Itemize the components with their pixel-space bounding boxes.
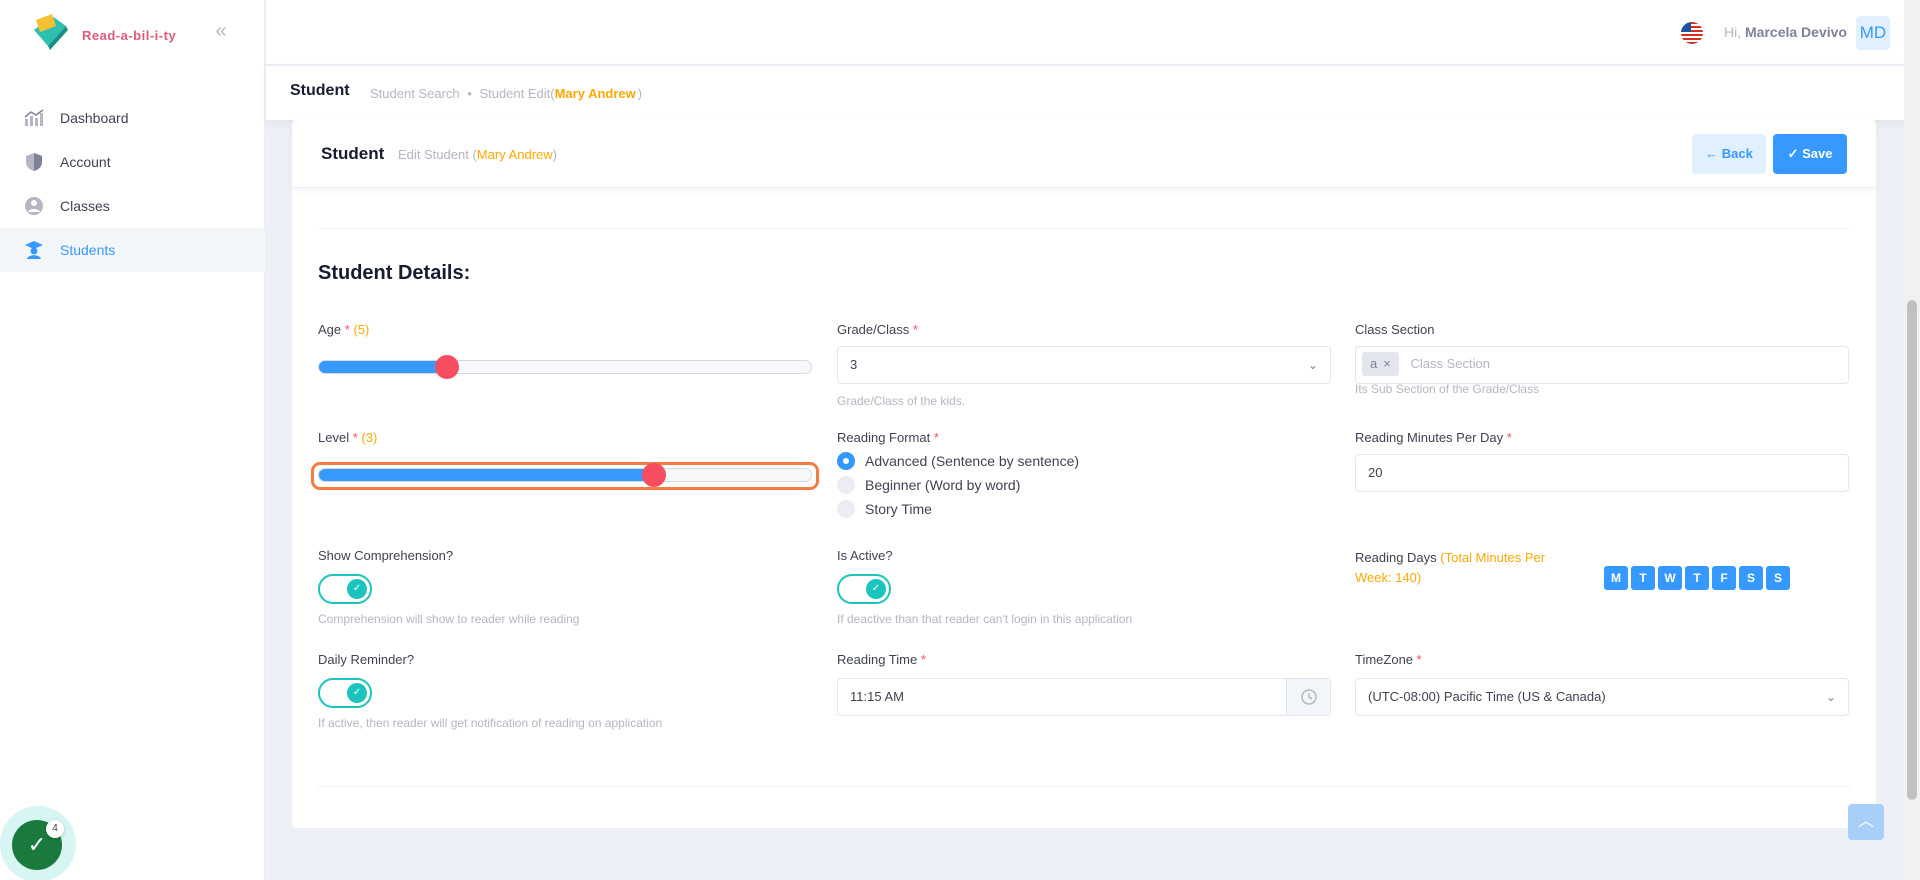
grade-hint: Grade/Class of the kids. [837, 394, 966, 408]
card-subtitle: Edit Student (Mary Andrew) [398, 147, 557, 162]
reading-days-selector: M T W T F S S [1604, 566, 1793, 590]
show-comprehension-label: Show Comprehension? [318, 548, 454, 563]
age-slider-thumb[interactable] [434, 355, 459, 379]
divider [318, 228, 1850, 229]
sidebar-item-label: Classes [60, 198, 110, 214]
level-slider-thumb[interactable] [641, 463, 666, 487]
is-active-toggle[interactable]: ✓ [837, 574, 891, 604]
breadcrumb-student-edit[interactable]: Student Edit(Mary Andrew) [479, 86, 642, 101]
chart-line-icon [24, 108, 44, 128]
show-comprehension-toggle[interactable]: ✓ [318, 574, 372, 604]
subheader: Student Student Search • Student Edit(Ma… [266, 66, 1920, 120]
page-title: Student [290, 82, 350, 99]
reading-format-option-advanced[interactable]: Advanced (Sentence by sentence) [837, 452, 1079, 470]
reading-format-option-beginner[interactable]: Beginner (Word by word) [837, 476, 1020, 494]
task-widget[interactable]: ✓ 4 [0, 806, 76, 880]
level-label: Level * (3) [318, 430, 378, 445]
chevron-down-icon: ⌄ [1825, 690, 1836, 704]
breadcrumb: Student Search • Student Edit(Mary Andre… [370, 86, 642, 101]
page-scrollbar[interactable] [1904, 0, 1920, 880]
task-count-badge: 4 [46, 820, 64, 838]
day-sunday[interactable]: S [1766, 566, 1790, 590]
daily-reminder-hint: If active, then reader will get notifica… [318, 716, 663, 730]
level-slider[interactable] [318, 463, 812, 487]
breadcrumb-separator: • [467, 86, 472, 101]
reading-minutes-input[interactable]: 20 [1355, 454, 1849, 492]
show-comprehension-hint: Comprehension will show to reader while … [318, 612, 580, 626]
shield-icon [24, 152, 44, 172]
collapse-sidebar-icon[interactable]: « [210, 20, 232, 42]
daily-reminder-toggle[interactable]: ✓ [318, 678, 372, 708]
class-section-label: Class Section [1355, 322, 1435, 337]
us-flag-icon[interactable] [1681, 22, 1703, 44]
chevron-up-icon: ︿ [1857, 813, 1874, 830]
check-icon: ✓ [347, 683, 367, 703]
divider [318, 786, 1850, 787]
user-name: Marcela Devivo [1745, 24, 1847, 40]
sidebar-nav: Dashboard Account Classes Students [0, 96, 265, 272]
breadcrumb-student-search[interactable]: Student Search [370, 86, 460, 101]
book-logo-icon [34, 14, 68, 50]
day-friday[interactable]: F [1712, 566, 1736, 590]
reading-format-label: Reading Format * [837, 430, 939, 445]
timezone-label: TimeZone * [1355, 652, 1422, 667]
back-button[interactable]: ← Back [1692, 134, 1766, 174]
grade-select[interactable]: 3 ⌄ [837, 346, 1331, 384]
radio-unchecked-icon[interactable] [837, 476, 855, 494]
reading-minutes-label: Reading Minutes Per Day * [1355, 430, 1512, 445]
close-icon[interactable]: × [1383, 356, 1391, 371]
sidebar-item-label: Dashboard [60, 110, 129, 126]
radio-checked-icon[interactable] [837, 452, 855, 470]
day-wednesday[interactable]: W [1658, 566, 1682, 590]
group-icon [24, 196, 44, 216]
class-section-input[interactable]: a × Class Section [1355, 346, 1849, 384]
scroll-top-button[interactable]: ︿ [1848, 804, 1884, 840]
day-tuesday[interactable]: T [1631, 566, 1655, 590]
scrollbar-thumb[interactable] [1907, 300, 1917, 800]
timezone-select[interactable]: (UTC-08:00) Pacific Time (US & Canada) ⌄ [1355, 678, 1849, 716]
day-monday[interactable]: M [1604, 566, 1628, 590]
clock-icon[interactable] [1286, 679, 1330, 715]
sidebar-item-account[interactable]: Account [0, 140, 265, 184]
grade-label: Grade/Class * [837, 322, 918, 337]
check-icon: ✓ [347, 579, 367, 599]
day-thursday[interactable]: T [1685, 566, 1709, 590]
chevron-down-icon: ⌄ [1307, 358, 1318, 372]
reading-time-input[interactable]: 11:15 AM [837, 678, 1331, 716]
reading-time-label: Reading Time * [837, 652, 926, 667]
sidebar-item-classes[interactable]: Classes [0, 184, 265, 228]
age-slider[interactable] [318, 355, 812, 379]
level-slider-fill [319, 469, 654, 481]
daily-reminder-label: Daily Reminder? [318, 652, 415, 667]
brand-name: Read-a-bil-i-ty [82, 28, 177, 43]
card-title: Student [321, 144, 385, 163]
sidebar: Read-a-bil-i-ty « Dashboard Account Clas… [0, 0, 265, 880]
radio-unchecked-icon[interactable] [837, 500, 855, 518]
age-label: Age * (5) [318, 322, 370, 337]
sidebar-item-label: Students [60, 242, 116, 258]
is-active-label: Is Active? [837, 548, 893, 563]
sidebar-item-label: Account [60, 154, 111, 170]
save-button[interactable]: ✓ Save [1773, 134, 1847, 174]
class-section-tag[interactable]: a × [1362, 352, 1399, 376]
section-title: Student Details: [318, 262, 471, 284]
day-saturday[interactable]: S [1739, 566, 1763, 590]
graduate-icon [24, 240, 44, 260]
card-header: Student Edit Student (Mary Andrew) ← Bac… [292, 120, 1876, 188]
top-header: Hi, Marcela Devivo MD [266, 0, 1920, 65]
sidebar-item-students[interactable]: Students [0, 228, 265, 272]
sidebar-item-dashboard[interactable]: Dashboard [0, 96, 265, 140]
brand-logo[interactable]: Read-a-bil-i-ty [24, 6, 184, 62]
avatar[interactable]: MD [1856, 16, 1890, 50]
reading-format-option-story-time[interactable]: Story Time [837, 500, 932, 518]
user-greeting[interactable]: Hi, Marcela Devivo [1724, 24, 1847, 40]
class-section-hint: Its Sub Section of the Grade/Class [1355, 382, 1540, 396]
check-icon: ✓ [866, 579, 886, 599]
reading-days-label: Reading Days (Total Minutes Per Week: 14… [1355, 550, 1546, 585]
class-section-placeholder: Class Section [1410, 356, 1490, 371]
student-edit-card: Student Edit Student (Mary Andrew) ← Bac… [292, 120, 1876, 828]
age-slider-fill [319, 361, 447, 373]
is-active-hint: If deactive than that reader can't login… [837, 612, 1133, 626]
